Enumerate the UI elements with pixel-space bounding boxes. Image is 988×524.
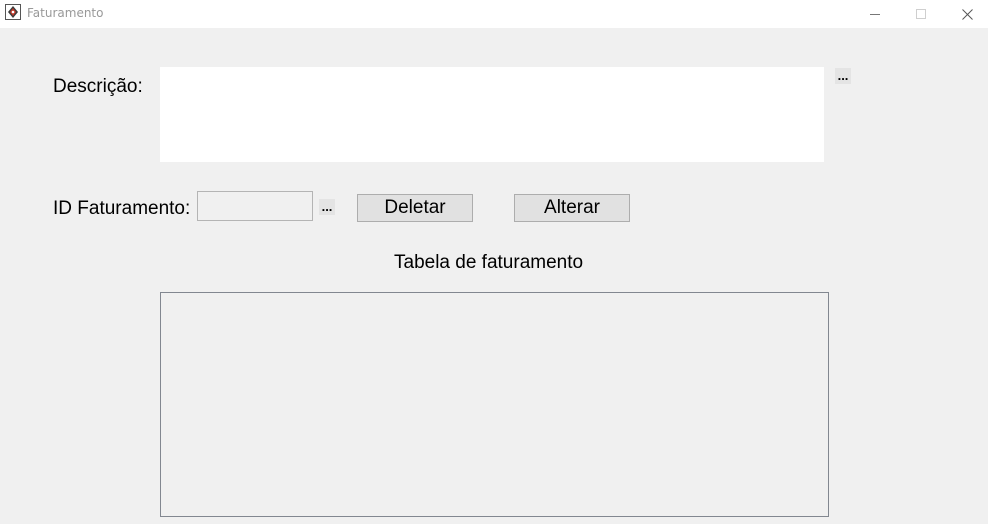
faturamento-window: Faturamento Descrição: ... ID Faturament… bbox=[0, 0, 988, 524]
close-icon bbox=[961, 8, 973, 20]
alterar-button[interactable]: Alterar bbox=[514, 194, 630, 222]
table-title: Tabela de faturamento bbox=[394, 252, 584, 273]
id-faturamento-input[interactable] bbox=[197, 191, 313, 221]
maximize-button[interactable] bbox=[898, 0, 944, 28]
window-title: Faturamento bbox=[27, 6, 104, 20]
minimize-icon bbox=[870, 14, 880, 15]
java-app-icon bbox=[5, 4, 21, 20]
title-bar: Faturamento bbox=[0, 0, 988, 28]
minimize-button[interactable] bbox=[852, 0, 898, 28]
faturamento-table[interactable] bbox=[160, 292, 829, 517]
descricao-label: Descrição: bbox=[53, 76, 143, 97]
descricao-browse-button[interactable]: ... bbox=[835, 68, 851, 84]
deletar-button[interactable]: Deletar bbox=[357, 194, 473, 222]
descricao-textarea[interactable] bbox=[160, 67, 824, 162]
maximize-icon bbox=[916, 9, 926, 19]
id-faturamento-label: ID Faturamento: bbox=[53, 198, 191, 219]
id-browse-button[interactable]: ... bbox=[319, 199, 335, 215]
close-button[interactable] bbox=[944, 0, 988, 28]
